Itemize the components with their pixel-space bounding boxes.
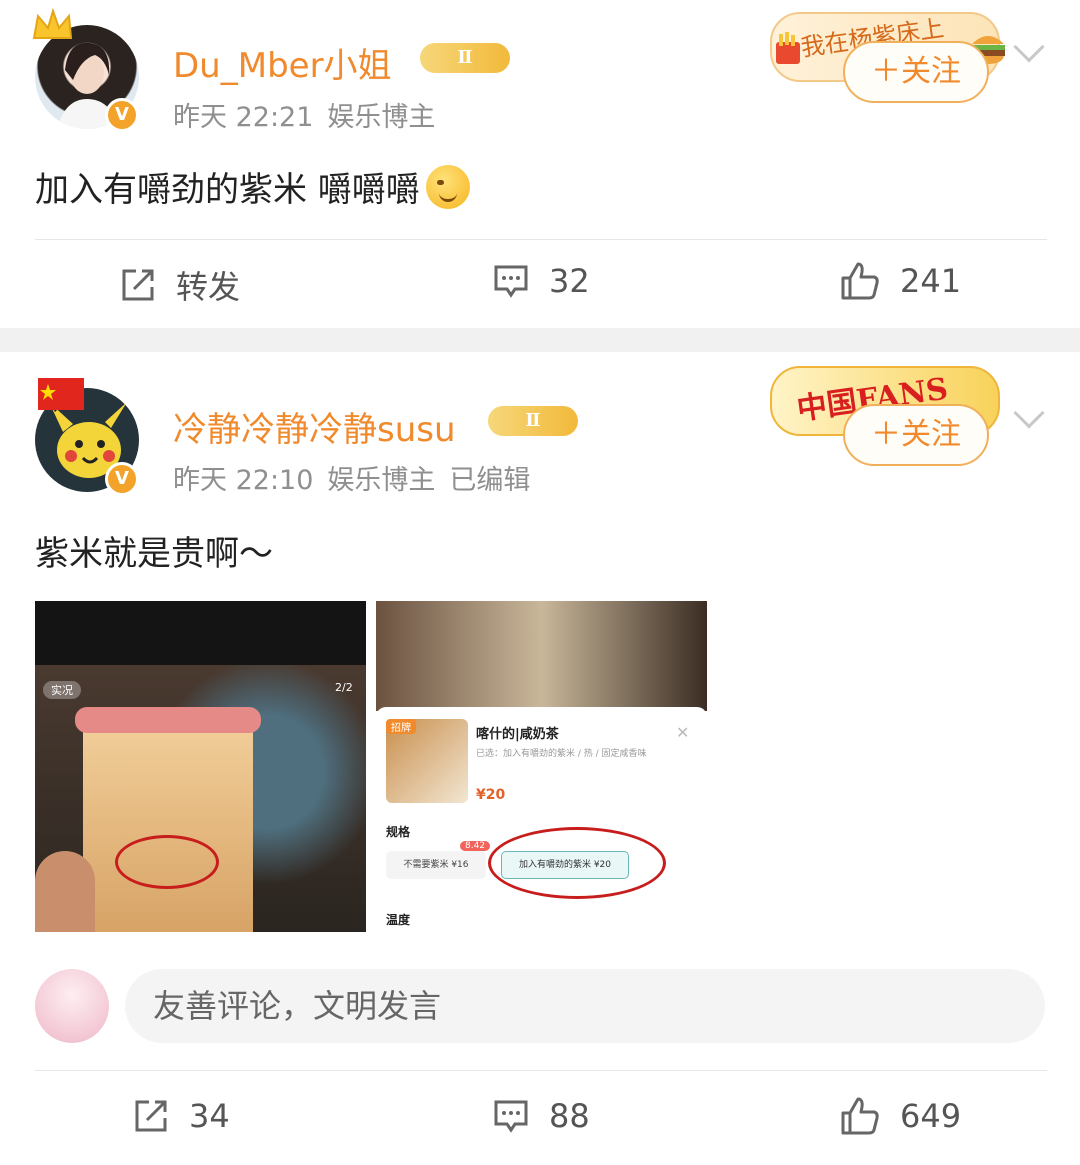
post-card: V Du_Mber小姐 Ⅱ 昨天 22:21 娱乐博主 我在杨紫床上 ＋关注 加入…	[0, 0, 1080, 328]
post-text: 加入有嚼劲的紫米 嚼嚼嚼	[35, 162, 470, 211]
post-time: 昨天 22:21	[173, 102, 314, 133]
post-role: 娱乐博主	[327, 102, 436, 133]
spec-label: 规格	[386, 825, 411, 839]
option-no-purple-rice[interactable]: 不需要紫米 ¥16	[386, 851, 486, 879]
china-flag-icon	[38, 378, 84, 410]
cup	[83, 719, 253, 932]
image-topbar	[35, 601, 366, 665]
product-price: ¥20	[476, 787, 506, 803]
post-text: 紫米就是贵啊～	[35, 534, 273, 574]
repost-count: 34	[189, 1097, 230, 1135]
divider	[35, 1070, 1047, 1071]
repost-button[interactable]: 34	[133, 1097, 230, 1135]
image-header-photo	[376, 601, 707, 711]
like-count: 649	[900, 1097, 962, 1135]
fries-icon	[776, 32, 800, 64]
comment-input[interactable]: 友善评论，文明发言	[125, 969, 1045, 1043]
like-button[interactable]: 649	[840, 1097, 961, 1135]
current-user-avatar	[35, 969, 109, 1043]
hand	[35, 851, 95, 932]
post-card: V 冷静冷静冷静susu Ⅱ 昨天 22:10 娱乐博主 已编辑 中国FANS ＋关…	[0, 352, 1080, 1165]
selected-options: 已选：加入有嚼劲的紫米 / 热 / 固定咸香味	[476, 749, 647, 759]
comment-icon	[494, 265, 528, 298]
repost-label: 转发	[176, 268, 241, 306]
repost-icon	[135, 1100, 167, 1132]
username[interactable]: Du_Mber小姐	[173, 38, 392, 87]
highlight-circle	[115, 835, 219, 889]
repost-icon	[122, 269, 154, 301]
like-icon	[841, 262, 879, 300]
chevron-down-icon[interactable]	[1013, 31, 1045, 63]
like-count: 241	[900, 262, 962, 300]
comment-count: 32	[549, 262, 590, 300]
repost-button[interactable]: 转发	[120, 262, 240, 308]
edited-label: 已编辑	[449, 465, 531, 496]
post-image[interactable]: 实况 2/2	[35, 601, 366, 932]
divider	[35, 239, 1047, 240]
level-badge: Ⅱ	[488, 406, 578, 436]
highlight-circle	[488, 827, 666, 899]
page-indicator: 2/2	[335, 681, 353, 694]
username[interactable]: 冷静冷静冷静susu	[173, 402, 456, 451]
chevron-down-icon[interactable]	[1013, 397, 1045, 429]
wink-emoji-icon	[425, 165, 470, 209]
product-tag: 招牌	[386, 719, 416, 734]
follow-button[interactable]: ＋关注	[843, 404, 989, 466]
post-image[interactable]: 招牌 喀什的|咸奶茶 ✕ 已选：加入有嚼劲的紫米 / 热 / 固定咸香味 ¥20…	[376, 601, 707, 932]
crown-icon	[32, 8, 73, 39]
like-icon	[841, 1097, 879, 1135]
comment-button[interactable]: 88	[493, 1097, 590, 1135]
cup-lid	[75, 707, 261, 733]
post-meta: 昨天 22:10 娱乐博主 已编辑	[173, 458, 544, 497]
comment-count: 88	[549, 1097, 590, 1135]
comment-button[interactable]: 32	[493, 262, 590, 300]
follow-button[interactable]: ＋关注	[843, 41, 989, 103]
post-meta: 昨天 22:21 娱乐博主	[173, 95, 449, 134]
post-role: 娱乐博主	[327, 465, 436, 496]
post-time: 昨天 22:10	[173, 465, 314, 496]
temperature-label: 温度	[386, 913, 411, 927]
level-badge: Ⅱ	[420, 43, 510, 73]
option-tag: 8.42	[460, 841, 491, 851]
comment-icon	[494, 1100, 528, 1133]
close-icon[interactable]: ✕	[676, 723, 689, 742]
verified-icon: V	[105, 462, 139, 496]
live-photo-label: 实况	[43, 681, 81, 699]
like-button[interactable]: 241	[840, 262, 961, 300]
product-name: 喀什的|咸奶茶	[476, 727, 559, 742]
verified-icon: V	[105, 98, 139, 132]
